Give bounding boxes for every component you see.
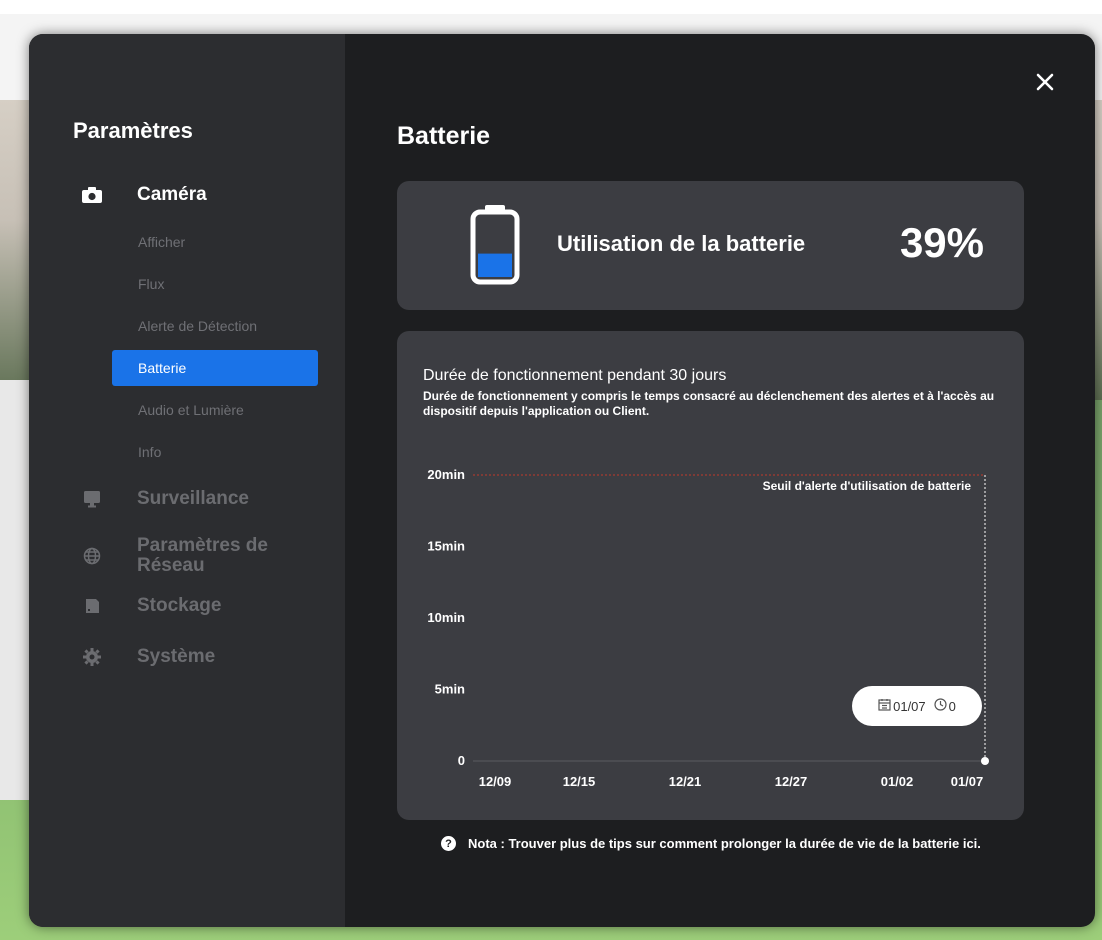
sidebar-category-label: Paramètres de Réseau	[137, 535, 268, 576]
sidebar-category-label: Stockage	[137, 595, 222, 616]
y-tick-label: 10min	[427, 610, 465, 625]
runtime-chart: 0 5min 10min 15min 20min 12/09 12/15 12/21 12/27…	[427, 467, 989, 789]
sidebar-category-stockage[interactable]: Stockage	[81, 595, 221, 617]
tooltip-value: 0	[948, 698, 956, 714]
help-icon: ?	[441, 836, 456, 851]
settings-main: Batterie Utilisation de la batterie 39% …	[345, 34, 1095, 927]
y-tick-label: 15min	[427, 539, 465, 554]
x-tick-label: 12/15	[563, 774, 596, 789]
sidebar-item-audio-lumiere[interactable]: Audio et Lumière	[112, 392, 318, 428]
y-tick-label: 20min	[427, 467, 465, 482]
runtime-chart-card: Durée de fonctionnement pendant 30 jours…	[397, 331, 1024, 820]
monitor-icon	[81, 488, 103, 510]
sidebar-item-afficher[interactable]: Afficher	[112, 224, 318, 260]
gear-icon	[81, 646, 103, 668]
battery-tip-note[interactable]: ? Nota : Trouver plus de tips sur commen…	[441, 836, 981, 851]
threshold-label: Seuil d'alerte d'utilisation de batterie	[763, 479, 972, 493]
x-tick-label: 12/21	[669, 774, 702, 789]
tooltip-date: 01/07	[893, 698, 926, 714]
clock-icon	[934, 698, 947, 714]
page-title: Batterie	[397, 122, 491, 150]
storage-icon	[81, 595, 103, 617]
data-point	[981, 757, 989, 765]
y-tick-label: 5min	[435, 682, 465, 697]
sidebar-item-flux[interactable]: Flux	[112, 266, 318, 302]
x-tick-label: 01/02	[881, 774, 914, 789]
sidebar-category-camera[interactable]: Caméra	[81, 184, 207, 206]
globe-icon	[81, 545, 103, 567]
settings-sidebar: Paramètres Caméra Afficher Flux Alerte d…	[29, 34, 345, 927]
battery-icon	[469, 205, 521, 285]
close-button[interactable]	[1031, 70, 1059, 98]
sidebar-category-systeme[interactable]: Système	[81, 646, 215, 668]
sidebar-category-surveillance[interactable]: Surveillance	[81, 488, 249, 510]
sidebar-item-alerte-detection[interactable]: Alerte de Détection	[112, 308, 318, 344]
y-tick-label: 0	[458, 753, 465, 768]
battery-usage-card: Utilisation de la batterie 39%	[397, 181, 1024, 310]
sidebar-category-reseau[interactable]: Paramètres de Réseau	[81, 536, 297, 576]
camera-icon	[81, 184, 103, 206]
battery-usage-label: Utilisation de la batterie	[557, 231, 806, 256]
battery-usage-value: 39%	[899, 219, 984, 266]
close-icon	[1035, 72, 1055, 97]
sidebar-title: Paramètres	[73, 118, 193, 143]
note-text: Nota : Trouver plus de tips sur comment …	[468, 836, 981, 851]
sidebar-category-label: Système	[137, 646, 216, 667]
x-tick-label: 12/27	[775, 774, 808, 789]
chart-tooltip: 01/07 0	[852, 686, 982, 726]
calendar-icon	[878, 698, 891, 714]
sidebar-item-info[interactable]: Info	[112, 434, 318, 470]
settings-modal: Paramètres Caméra Afficher Flux Alerte d…	[29, 34, 1095, 927]
sidebar-category-label: Surveillance	[137, 488, 249, 509]
sidebar-category-label: Caméra	[137, 184, 207, 205]
sidebar-item-batterie[interactable]: Batterie	[112, 350, 318, 386]
x-tick-label: 12/09	[479, 774, 512, 789]
x-tick-label: 01/07	[951, 774, 984, 789]
